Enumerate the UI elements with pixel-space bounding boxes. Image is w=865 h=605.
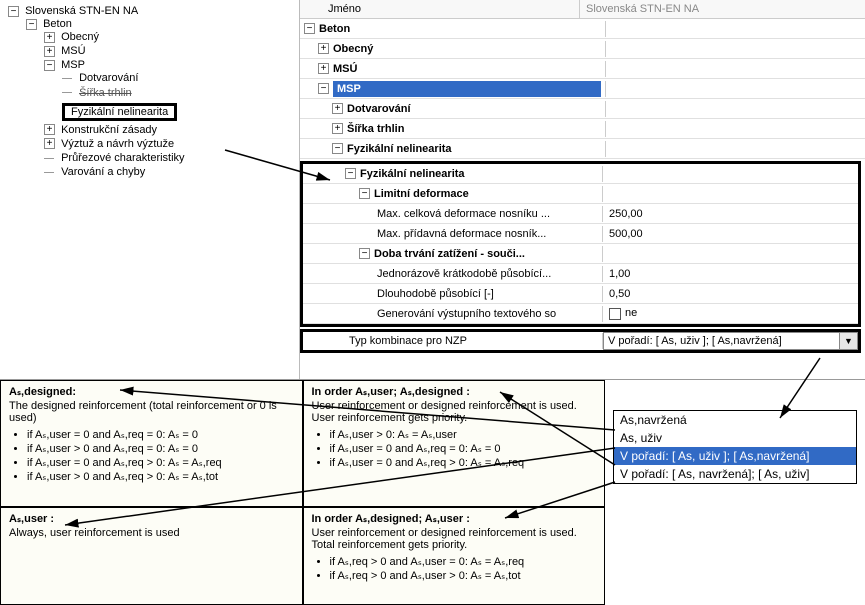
help-bullet: if Aₛ,req > 0 and Aₛ,user = 0: Aₛ = Aₛ,r… xyxy=(330,555,597,568)
tree-item[interactable]: Dotvarování xyxy=(79,73,138,85)
help-order-designed-user: In order Aₛ,designed; Aₛ,user : User rei… xyxy=(303,507,606,605)
dropdown-option-selected[interactable]: V pořadí: [ As, uživ ]; [ As,navržená] xyxy=(614,447,856,465)
tree-leaf-icon xyxy=(62,73,73,84)
prop-toggle[interactable]: − xyxy=(359,248,370,259)
prop-group[interactable]: Beton xyxy=(319,21,601,37)
help-order-user-designed: In order Aₛ,user; Aₛ,designed : User rei… xyxy=(303,380,606,507)
prop-group[interactable]: Fyzikální nelinearita xyxy=(360,166,598,182)
name-label: Jméno xyxy=(300,0,580,18)
highlighted-combo-row: Typ kombinace pro NZP V pořadí: [ As, už… xyxy=(300,329,861,353)
prop-toggle[interactable]: + xyxy=(332,123,343,134)
tree-toggle[interactable]: − xyxy=(8,6,19,17)
tree-leaf-icon xyxy=(62,87,73,98)
checkbox-icon[interactable] xyxy=(609,308,621,320)
prop-label: Typ kombinace pro NZP xyxy=(349,333,598,349)
help-bullet: if Aₛ,req > 0 and Aₛ,user > 0: Aₛ = Aₛ,t… xyxy=(330,569,597,582)
tree-toggle[interactable]: + xyxy=(44,138,55,149)
dropdown-option[interactable]: V pořadí: [ As, navržená]; [ As, uživ] xyxy=(614,465,856,483)
help-bullet: if Aₛ,user = 0 and Aₛ,req > 0: Aₛ = Aₛ,r… xyxy=(27,456,294,469)
dropdown-option[interactable]: As,navržená xyxy=(614,411,856,429)
help-bullet: if Aₛ,user > 0 and Aₛ,req > 0: Aₛ = Aₛ,t… xyxy=(27,470,294,483)
help-bullet: if Aₛ,user > 0: Aₛ = Aₛ,user xyxy=(330,428,597,441)
help-bullet: if Aₛ,user = 0 and Aₛ,req = 0: Aₛ = 0 xyxy=(330,442,597,455)
prop-value[interactable]: ne xyxy=(603,305,858,321)
tree-toggle[interactable]: + xyxy=(44,124,55,135)
prop-value[interactable]: 250,00 xyxy=(603,206,858,222)
prop-toggle[interactable]: + xyxy=(318,43,329,54)
highlighted-tree-item[interactable]: Fyzikální nelinearita xyxy=(62,103,177,121)
prop-group[interactable]: MSÚ xyxy=(333,61,601,77)
tree-item[interactable]: Obecný xyxy=(61,31,99,43)
tree-toggle[interactable]: − xyxy=(26,19,37,30)
help-bullet: if Aₛ,user = 0 and Aₛ,req = 0: Aₛ = 0 xyxy=(27,428,294,441)
help-designed: Aₛ,designed: The designed reinforcement … xyxy=(0,380,303,507)
tree-toggle[interactable]: − xyxy=(44,60,55,71)
prop-value[interactable]: 1,00 xyxy=(603,266,858,282)
tree-item-beton[interactable]: Beton xyxy=(43,18,72,30)
tree-leaf-icon xyxy=(44,167,55,178)
chevron-down-icon[interactable]: ▼ xyxy=(839,333,857,349)
help-user: Aₛ,user : Always, user reinforcement is … xyxy=(0,507,303,605)
prop-group[interactable]: Šířka trhlin xyxy=(347,121,601,137)
help-bullet: if Aₛ,user = 0 and Aₛ,req > 0: Aₛ = Aₛ,r… xyxy=(330,456,597,469)
tree-item[interactable]: Výztuž a návrh výztuže xyxy=(61,138,174,150)
prop-toggle[interactable]: + xyxy=(332,103,343,114)
prop-group[interactable]: Obecný xyxy=(333,41,601,57)
help-panel: Aₛ,designed: The designed reinforcement … xyxy=(0,380,865,605)
tree-item-struck[interactable]: Šířka trhlin xyxy=(79,87,132,99)
prop-value[interactable]: 0,50 xyxy=(603,286,858,302)
combo-value: V pořadí: [ As, uživ ]; [ As,navržená] xyxy=(604,333,839,349)
prop-toggle[interactable]: − xyxy=(345,168,356,179)
tree-toggle[interactable]: + xyxy=(44,32,55,43)
prop-group[interactable]: Dotvarování xyxy=(347,101,601,117)
name-value: Slovenská STN-EN NA xyxy=(580,0,865,18)
prop-group-selected[interactable]: MSP xyxy=(333,81,601,97)
combo-box[interactable]: V pořadí: [ As, uživ ]; [ As,navržená] ▼ xyxy=(603,332,858,350)
prop-toggle[interactable]: − xyxy=(332,143,343,154)
tree-item-root[interactable]: Slovenská STN-EN NA xyxy=(25,5,138,17)
prop-toggle[interactable]: − xyxy=(359,188,370,199)
tree-item[interactable]: MSP xyxy=(61,59,85,71)
prop-group[interactable]: Doba trvání zatížení - souči... xyxy=(374,246,598,262)
dropdown-option[interactable]: As, uživ xyxy=(614,429,856,447)
prop-label: Jednorázově krátkodobě působící... xyxy=(377,266,598,282)
name-row: Jméno Slovenská STN-EN NA xyxy=(300,0,865,19)
dropdown-list[interactable]: As,navržená As, uživ V pořadí: [ As, uži… xyxy=(613,410,857,484)
tree-item[interactable]: Varování a chyby xyxy=(61,166,145,178)
prop-label: Dlouhodobě působící [-] xyxy=(377,286,598,302)
tree-item[interactable]: MSÚ xyxy=(61,45,85,57)
highlighted-prop-section: −Fyzikální nelinearita −Limitní deformac… xyxy=(300,161,861,327)
prop-label: Generování výstupního textového so xyxy=(377,306,598,322)
help-bullet: if Aₛ,user > 0 and Aₛ,req = 0: Aₛ = 0 xyxy=(27,442,294,455)
tree-item[interactable]: Průřezové charakteristiky xyxy=(61,152,185,164)
prop-toggle[interactable]: + xyxy=(318,63,329,74)
prop-group[interactable]: Limitní deformace xyxy=(374,186,598,202)
prop-toggle[interactable]: − xyxy=(304,23,315,34)
tree-toggle[interactable]: + xyxy=(44,46,55,57)
tree-leaf-icon xyxy=(44,153,55,164)
prop-toggle[interactable]: − xyxy=(318,83,329,94)
prop-group[interactable]: Fyzikální nelinearita xyxy=(347,141,601,157)
prop-label: Max. přídavná deformace nosník... xyxy=(377,226,598,242)
nav-tree: − Slovenská STN-EN NA − Beton + Obecný xyxy=(0,0,300,379)
prop-value[interactable]: 500,00 xyxy=(603,226,858,242)
prop-label: Max. celková deformace nosníku ... xyxy=(377,206,598,222)
dropdown-container: As,navržená As, uživ V pořadí: [ As, uži… xyxy=(605,380,865,605)
property-grid: Jméno Slovenská STN-EN NA −Beton +Obecný… xyxy=(300,0,865,379)
tree-item[interactable]: Konstrukční zásady xyxy=(61,124,157,136)
